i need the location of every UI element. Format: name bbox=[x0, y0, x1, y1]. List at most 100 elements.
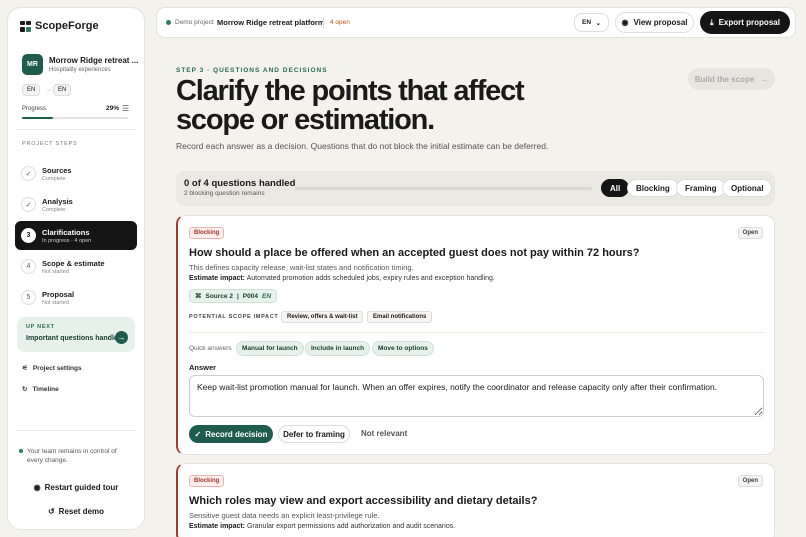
progress-bar bbox=[22, 117, 128, 119]
divider bbox=[15, 129, 137, 130]
divider bbox=[189, 332, 764, 333]
check-icon: ✓ bbox=[194, 429, 202, 439]
status-dot bbox=[166, 20, 171, 25]
priority-badge: Blocking bbox=[189, 475, 225, 487]
restart-tour-button[interactable]: ◉ Restart guided tour bbox=[15, 483, 137, 492]
language-value: EN bbox=[582, 19, 592, 26]
progress-percent: 29% bbox=[106, 105, 120, 112]
download-icon: ⤓ bbox=[710, 17, 714, 27]
scope-impact-label: POTENTIAL SCOPE IMPACT bbox=[189, 314, 279, 320]
step-title: Clarifications bbox=[42, 228, 90, 237]
impact-label: Estimate impact: bbox=[189, 523, 246, 530]
step-scope-estimate[interactable]: 4 Scope & estimate Not started bbox=[15, 252, 137, 281]
step-number: 3 bbox=[21, 228, 36, 243]
step-status: Complete bbox=[42, 176, 66, 182]
impact-label: Estimate impact: bbox=[189, 275, 246, 282]
up-next-text: Important questions handled bbox=[26, 335, 123, 342]
project-name: Morrow Ridge retreat ... bbox=[49, 56, 139, 65]
quick-answers-label: Quick answers bbox=[189, 345, 232, 352]
export-proposal-button[interactable]: ⤓ Export proposal bbox=[700, 11, 790, 34]
question-card: Blocking Open How should a place be offe… bbox=[176, 215, 775, 455]
defer-button[interactable]: Defer to framing bbox=[278, 425, 350, 443]
steps-section-label: PROJECT STEPS bbox=[22, 141, 78, 147]
record-decision-button[interactable]: ✓ Record decision bbox=[189, 425, 273, 443]
impact-tag: Email notifications bbox=[367, 311, 433, 323]
button-label: Record decision bbox=[205, 429, 268, 439]
open-count: 4 open bbox=[330, 19, 350, 26]
project-title: Morrow Ridge retreat platform bbox=[217, 18, 325, 27]
team-note-text: Your team remains in control of every ch… bbox=[27, 448, 117, 465]
arrow-right-icon: → bbox=[46, 87, 52, 93]
handled-count: 0 of 4 questions handled bbox=[184, 178, 296, 189]
project-category: Hospitality experiences bbox=[49, 67, 111, 73]
build-scope-button[interactable]: Build the scope → bbox=[688, 68, 775, 90]
filter-all[interactable]: All bbox=[601, 179, 630, 197]
step-number: 4 bbox=[21, 259, 36, 274]
eye-icon: ◉ bbox=[621, 18, 629, 27]
filter-optional[interactable]: Optional bbox=[722, 179, 773, 197]
reset-demo-button[interactable]: ↺ Reset demo bbox=[15, 507, 137, 516]
checklist-icon[interactable]: ☰ bbox=[122, 104, 129, 113]
button-label: Restart guided tour bbox=[44, 483, 119, 492]
question-card: Blocking Open Which roles may view and e… bbox=[176, 463, 775, 537]
question-title: How should a place be offered when an ac… bbox=[189, 247, 640, 259]
step-title: Analysis bbox=[42, 197, 73, 206]
button-label: Build the scope bbox=[694, 74, 755, 84]
estimate-impact: Estimate impact: Automated promotion add… bbox=[189, 275, 495, 282]
divider bbox=[15, 430, 137, 431]
answer-label: Answer bbox=[189, 363, 217, 372]
view-proposal-button[interactable]: ◉ View proposal bbox=[615, 12, 694, 33]
blocking-remaining: 2 blocking question remains bbox=[184, 190, 265, 197]
up-next-label: UP NEXT bbox=[26, 324, 55, 330]
progress-bar-fill bbox=[22, 117, 53, 119]
quick-answer-options[interactable]: Move to options bbox=[372, 341, 434, 356]
filter-blocking[interactable]: Blocking bbox=[627, 179, 679, 197]
brand-logo[interactable]: ScopeForge bbox=[20, 20, 99, 32]
sliders-icon: ⚟ bbox=[22, 365, 28, 372]
step-status: In progress · 4 open bbox=[42, 238, 92, 244]
estimate-impact: Estimate impact: Granular export permiss… bbox=[189, 523, 455, 530]
status-badge: Open bbox=[737, 475, 763, 487]
step-proposal[interactable]: 5 Proposal Not started bbox=[15, 283, 137, 312]
question-title: Which roles may view and export accessib… bbox=[189, 495, 538, 507]
quick-answer-manual[interactable]: Manual for launch bbox=[236, 341, 304, 356]
quick-answer-include[interactable]: Include in launch bbox=[305, 341, 371, 356]
timeline-link[interactable]: ↻ Timeline bbox=[22, 385, 59, 394]
filter-bar: 0 of 4 questions handled 2 blocking ques… bbox=[176, 171, 775, 206]
status-dot bbox=[19, 449, 23, 453]
step-clarifications[interactable]: 3 Clarifications In progress · 4 open bbox=[15, 221, 137, 250]
impact-text: Granular export permissions add authoriz… bbox=[246, 523, 456, 530]
project-avatar: MR bbox=[22, 54, 43, 75]
timeline-icon: ↻ bbox=[22, 386, 28, 393]
arrow-right-icon: → bbox=[760, 74, 769, 84]
step-title: Sources bbox=[42, 166, 72, 175]
project-settings-link[interactable]: ⚟ Project settings bbox=[22, 364, 82, 373]
sidebar: ScopeForge MR Morrow Ridge retreat ... H… bbox=[7, 7, 145, 530]
step-status: Not started bbox=[42, 300, 69, 306]
filter-framing[interactable]: Framing bbox=[676, 179, 726, 197]
step-sources[interactable]: ✓ Sources Complete bbox=[15, 159, 137, 188]
impact-text: Automated promotion adds scheduled jobs,… bbox=[246, 275, 495, 282]
source-language-badge: EN bbox=[22, 84, 41, 96]
step-status: Not started bbox=[42, 269, 69, 275]
page-title: Clarify the points that affect scope or … bbox=[176, 75, 525, 136]
arrow-right-icon[interactable]: → bbox=[115, 331, 128, 344]
step-analysis[interactable]: ✓ Analysis Complete bbox=[15, 190, 137, 219]
brand-name: ScopeForge bbox=[35, 20, 99, 32]
button-label: Reset demo bbox=[58, 507, 105, 516]
language-select[interactable]: EN ⌄ bbox=[574, 13, 609, 32]
button-label: View proposal bbox=[633, 18, 688, 27]
check-icon: ✓ bbox=[21, 197, 36, 212]
question-description: This defines capacity release, wait-list… bbox=[189, 263, 414, 272]
source-ref: P004 bbox=[242, 292, 258, 300]
chevron-down-icon: ⌄ bbox=[595, 19, 601, 27]
answer-input[interactable]: Keep wait-list promotion manual for laun… bbox=[189, 375, 764, 417]
not-relevant-button[interactable]: Not relevant bbox=[361, 429, 407, 438]
top-bar: Demo project Morrow Ridge retreat platfo… bbox=[156, 7, 796, 38]
reset-icon: ↺ bbox=[47, 507, 55, 516]
priority-badge: Blocking bbox=[189, 227, 225, 239]
up-next-card[interactable]: UP NEXT Important questions handled → bbox=[17, 317, 135, 352]
team-note: Your team remains in control of every ch… bbox=[19, 447, 131, 465]
source-chip[interactable]: ⌘ Source 2 | P004 EN bbox=[189, 289, 278, 303]
target-language-badge: EN bbox=[53, 84, 72, 96]
